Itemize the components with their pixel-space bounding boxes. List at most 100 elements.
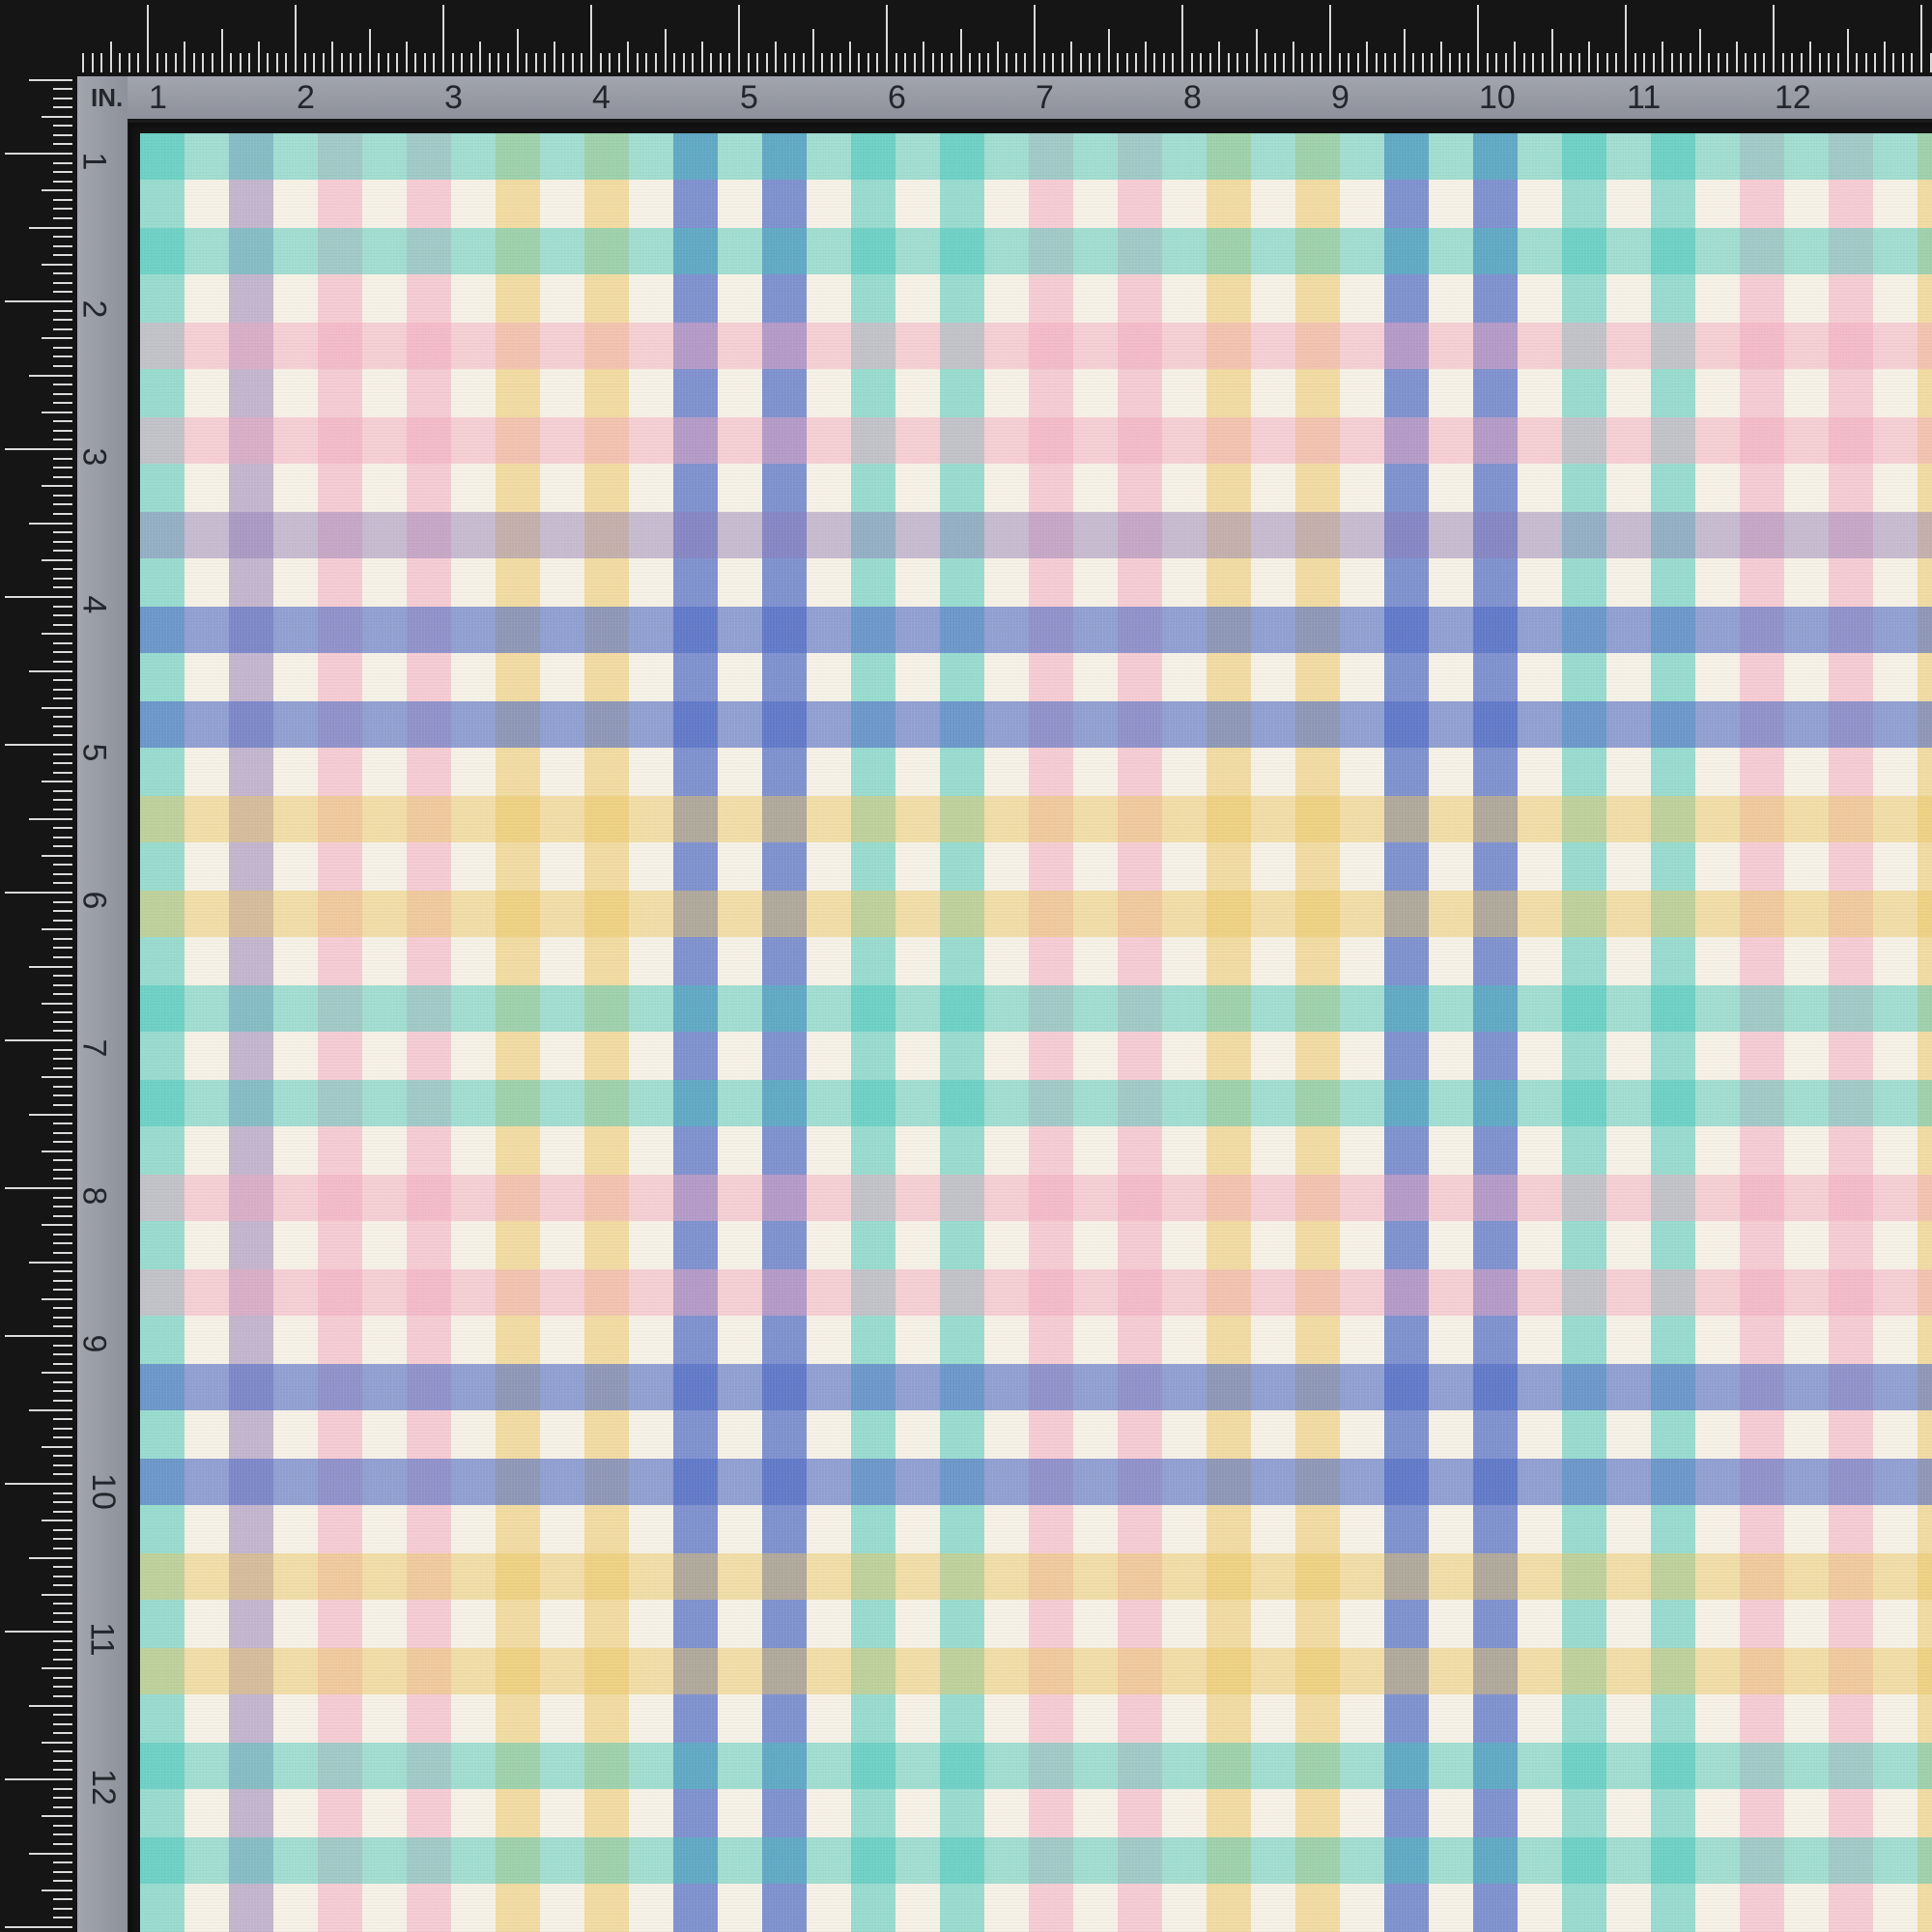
ruler-tick xyxy=(193,53,195,72)
ruler-tick xyxy=(655,53,657,72)
ruler-tick xyxy=(147,5,149,72)
ruler-tick xyxy=(5,1187,72,1189)
ruler-tick xyxy=(979,53,980,72)
ruler-tick xyxy=(53,171,72,173)
ruler-tick xyxy=(1819,53,1821,72)
ruler-tick xyxy=(710,53,712,72)
ruler-tick xyxy=(359,53,361,72)
ruler-tick xyxy=(812,29,814,72)
ruler-tick xyxy=(609,53,611,72)
horizontal-stripe-yellow xyxy=(140,1553,1932,1600)
fabric-swatch xyxy=(140,133,1932,1932)
ruler-tick xyxy=(1754,53,1756,72)
ruler-tick xyxy=(803,53,805,72)
ruler-tick xyxy=(507,53,509,72)
ruler-tick xyxy=(53,217,72,219)
ruler-tick xyxy=(1126,53,1128,72)
ruler-tick xyxy=(42,1520,72,1521)
ruler-tick xyxy=(42,1151,72,1152)
ruler-tick xyxy=(53,624,72,626)
ruler-tick xyxy=(53,1797,72,1799)
ruler-tick xyxy=(1329,5,1331,72)
ruler-tick xyxy=(1135,53,1137,72)
ruler-tick xyxy=(1911,53,1913,72)
ruler-tick xyxy=(53,734,72,736)
ruler-tick xyxy=(29,966,72,968)
ruler-tick xyxy=(29,227,72,229)
ruler-tick xyxy=(1264,53,1266,72)
ruler-tick xyxy=(53,1511,72,1513)
ruler-tick xyxy=(5,744,72,746)
ruler-tick xyxy=(1597,53,1599,72)
horizontal-stripe-teal xyxy=(140,133,1932,180)
ruler-tick xyxy=(53,1242,72,1244)
ruler-tick xyxy=(1163,53,1165,72)
ruler-tick xyxy=(1209,53,1211,72)
ruler-tick xyxy=(165,53,167,72)
ruler-tick xyxy=(53,199,72,201)
ruler-tick xyxy=(960,29,962,72)
ruler-tick xyxy=(53,910,72,912)
ruler-tick xyxy=(1606,53,1608,72)
ruler-tick xyxy=(53,1473,72,1475)
ruler-tick xyxy=(53,1270,72,1272)
ruler-tick xyxy=(831,53,833,72)
ruler-tick xyxy=(1348,53,1350,72)
ruler-tick xyxy=(53,1067,72,1069)
ruler-unit-label: IN. xyxy=(91,83,124,112)
ruler-tick xyxy=(53,236,72,238)
ruler-tick xyxy=(627,42,629,72)
ruler-top-number: 7 xyxy=(1036,79,1054,116)
ruler-tick xyxy=(1024,53,1026,72)
ruler-top-number: 2 xyxy=(297,79,315,116)
ruler-tick xyxy=(53,1659,72,1661)
ruler-tick xyxy=(932,53,934,72)
ruler-tick xyxy=(839,53,841,72)
ruler-tick xyxy=(53,355,72,357)
ruler-left-number: 6 xyxy=(75,891,113,910)
ruler-tick xyxy=(202,53,204,72)
ruler-tick xyxy=(1625,5,1627,72)
ruler-tick xyxy=(1828,53,1830,72)
horizontal-stripe-teal xyxy=(140,1080,1932,1126)
ruler-tick xyxy=(1662,42,1663,72)
ruler-tick xyxy=(1615,53,1617,72)
horizontal-stripe-blue xyxy=(140,1459,1932,1505)
ruler-tick xyxy=(212,53,213,72)
ruler-tick xyxy=(53,1769,72,1771)
ruler-tick xyxy=(82,53,84,72)
ruler-tick xyxy=(285,53,287,72)
ruler-tick xyxy=(1449,53,1451,72)
ruler-tick xyxy=(53,245,72,247)
ruler-tick xyxy=(1006,53,1008,72)
ruler-tick xyxy=(858,53,860,72)
ruler-tick xyxy=(1801,53,1803,72)
ruler-left-number: 4 xyxy=(75,595,113,614)
ruler-tick xyxy=(461,53,463,72)
ruler-tick xyxy=(53,1492,72,1494)
ruler-tick xyxy=(42,412,72,413)
ruler-tick xyxy=(53,1695,72,1697)
ruler-tick xyxy=(1809,42,1811,72)
ruler-tick xyxy=(53,845,72,847)
ruler-tick xyxy=(53,541,72,543)
ruler-tick xyxy=(313,53,315,72)
ruler-tick xyxy=(53,1861,72,1863)
horizontal-stripe-teal xyxy=(140,228,1932,274)
ruler-tick xyxy=(42,485,72,487)
ruler-tick xyxy=(53,1566,72,1568)
ruler-tick xyxy=(692,53,694,72)
ruler-tick xyxy=(230,53,232,72)
ruler-tick xyxy=(1653,53,1655,72)
ruler-tick xyxy=(424,53,426,72)
ruler-tick xyxy=(904,53,906,72)
ruler-tick xyxy=(1736,42,1738,72)
ruler-tick xyxy=(1578,53,1580,72)
ruler-left-number: 2 xyxy=(75,299,113,319)
ruler-tick xyxy=(42,1446,72,1448)
ruler-tick xyxy=(1542,53,1544,72)
ruler-tick xyxy=(42,189,72,191)
ruler-tick xyxy=(53,1529,72,1531)
ruler-tick xyxy=(53,1621,72,1623)
ruler-tick xyxy=(42,1742,72,1744)
